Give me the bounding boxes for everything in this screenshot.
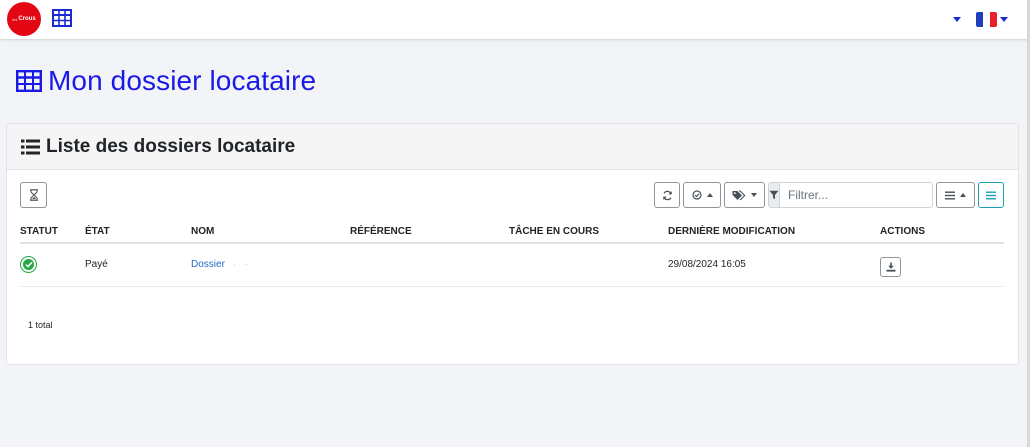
cell-tache: [509, 243, 668, 287]
download-icon: [886, 262, 895, 272]
lines-icon: [986, 191, 996, 199]
cell-reference: [350, 243, 509, 287]
total-count: 1 total: [28, 320, 53, 330]
caret-down-icon: [751, 193, 757, 197]
check-circle-icon: [691, 190, 702, 200]
download-button[interactable]: [880, 256, 901, 277]
hourglass-icon: [29, 189, 38, 201]
filter-group: [768, 182, 933, 208]
card-header: Liste des dossiers locataire: [7, 124, 1018, 170]
language-caret-icon[interactable]: [1000, 17, 1008, 22]
table-header-row: STATUT ÉTAT NOM RÉFÉRENCE TÂCHE EN COURS…: [20, 220, 1004, 244]
dossier-link[interactable]: Dossier: [191, 259, 225, 270]
table-icon[interactable]: [52, 9, 72, 27]
tags-button[interactable]: [724, 182, 765, 208]
card-title: Liste des dossiers locataire: [46, 135, 296, 157]
filter-icon-addon: [769, 183, 780, 207]
filter-input[interactable]: [780, 183, 932, 207]
cell-modification: 29/08/2024 16:05: [668, 243, 880, 287]
caret-up-icon: [706, 193, 713, 197]
dossiers-table: STATUT ÉTAT NOM RÉFÉRENCE TÂCHE EN COURS…: [20, 220, 1004, 287]
refresh-icon: [662, 190, 672, 200]
header-reference[interactable]: RÉFÉRENCE: [350, 220, 509, 244]
table-row: Payé Dossier · · 29/08/2024 16:05: [20, 243, 1004, 287]
pending-button[interactable]: [20, 182, 47, 208]
logo-prefix: les: [12, 16, 18, 22]
columns-button[interactable]: [936, 182, 975, 208]
cell-nom: Dossier · ·: [191, 243, 350, 287]
tags-icon: [732, 189, 746, 200]
check-circle-icon: [20, 256, 37, 274]
header-modification[interactable]: DERNIÈRE MODIFICATION: [668, 220, 880, 244]
user-menu-caret-icon[interactable]: [953, 17, 961, 22]
list-icon: [21, 139, 40, 154]
table-icon: [16, 70, 42, 92]
page-title: Mon dossier locataire: [48, 65, 317, 96]
flag-fr-icon[interactable]: [976, 12, 997, 27]
dossier-name-redacted: · ·: [232, 259, 252, 271]
cell-statut: [20, 243, 85, 287]
header-actions: ACTIONS: [880, 220, 1004, 244]
header-nom[interactable]: NOM: [191, 220, 350, 244]
top-navbar: les Crous: [0, 0, 1030, 40]
cell-etat: Payé: [85, 243, 191, 287]
header-tache[interactable]: TÂCHE EN COURS: [509, 220, 668, 244]
status-filter-button[interactable]: [683, 182, 721, 208]
header-etat[interactable]: ÉTAT: [85, 220, 191, 244]
list-lines-icon: [945, 191, 955, 199]
cell-actions: [880, 243, 1004, 287]
refresh-button[interactable]: [654, 182, 680, 208]
header-statut[interactable]: STATUT: [20, 220, 85, 244]
logo-text: Crous: [18, 16, 36, 22]
page-header: Mon dossier locataire: [16, 64, 316, 98]
filter-icon: [769, 190, 779, 200]
caret-up-icon: [960, 193, 966, 197]
view-toggle-button[interactable]: [978, 182, 1004, 208]
crous-logo[interactable]: les Crous: [7, 2, 41, 36]
